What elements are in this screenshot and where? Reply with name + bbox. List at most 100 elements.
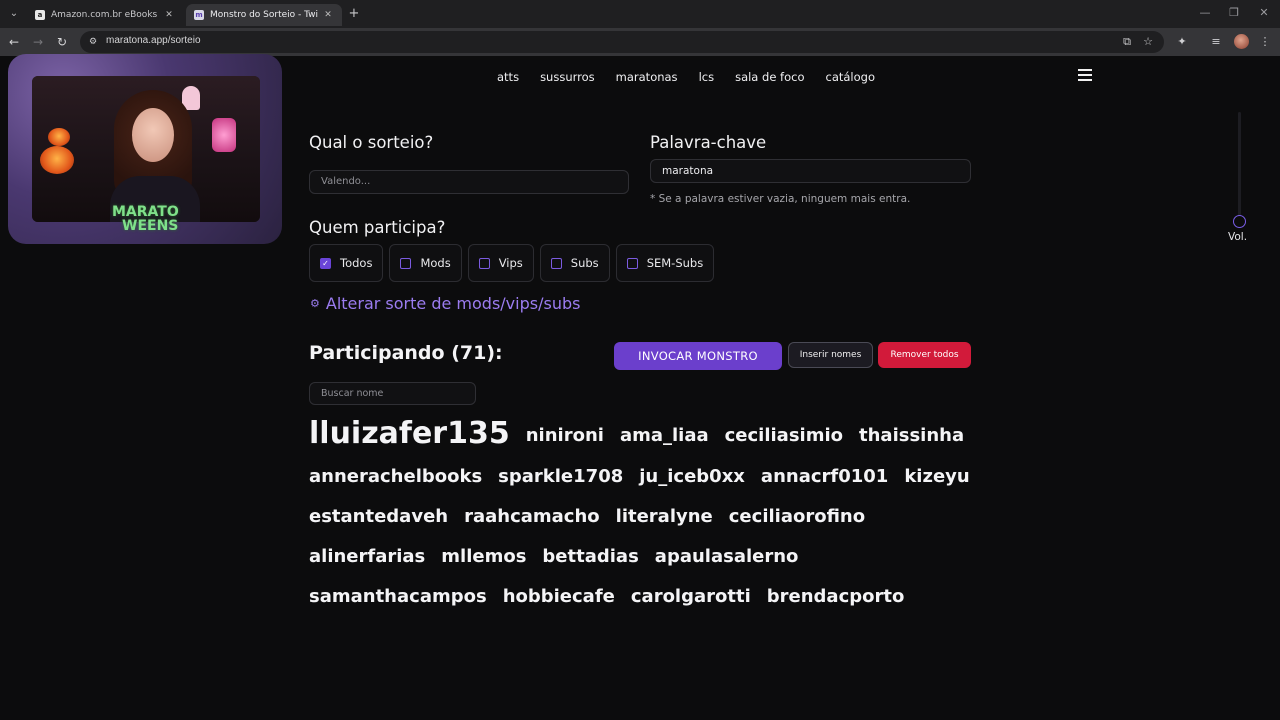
summon-monster-button[interactable]: INVOCAR MONSTRO [614, 342, 782, 370]
filter-vips[interactable]: Vips [467, 244, 534, 282]
nav-sussurros[interactable]: sussurros [540, 70, 595, 84]
volume-label: Vol. [1228, 231, 1248, 243]
participant-name: kizeyu [904, 466, 970, 487]
giveaway-input[interactable]: Valendo... [309, 170, 629, 194]
url-text[interactable]: maratona.app/sorteio [106, 35, 201, 46]
participant-name: ama_liaa [619, 425, 709, 446]
gear-icon: ⚙ [310, 297, 320, 310]
participant-name: carolgarotti [630, 586, 751, 607]
participant-name: annerachelbooks [309, 466, 483, 487]
filter-label: Mods [420, 256, 451, 270]
participant-name: annacrf0101 [760, 466, 889, 487]
lamp-icon [212, 118, 236, 152]
participant-name: literalyne [615, 506, 713, 527]
tab-monstro-sorteio[interactable]: m Monstro do Sorteio - Twitch - M ✕ [186, 4, 342, 26]
participant-name: bettadias [542, 546, 639, 567]
checkbox-icon[interactable] [626, 257, 638, 269]
back-icon[interactable]: ← [5, 33, 23, 51]
pumpkin-icon [40, 146, 74, 174]
participant-name: thaissinha [859, 425, 965, 446]
browser-menu-icon[interactable]: ⋮ [1256, 33, 1274, 51]
restore-icon[interactable]: ❐ [1224, 6, 1244, 19]
nav-maratonas[interactable]: maratonas [616, 70, 678, 84]
checkbox-icon[interactable] [478, 257, 490, 269]
filter-label: Subs [570, 256, 599, 270]
profile-avatar[interactable] [1234, 34, 1249, 49]
participant-name: brendacporto [766, 586, 905, 607]
tab-title: Monstro do Sorteio - Twitch - M [210, 10, 318, 20]
nav-atts[interactable]: atts [497, 70, 519, 84]
filter-label: SEM-Subs [646, 256, 704, 270]
participant-name: hobbiecafe [502, 586, 615, 607]
twitch-favicon-icon: m [194, 10, 204, 20]
volume-slider-track[interactable] [1238, 112, 1241, 216]
tab-search-icon[interactable]: ⌄ [5, 5, 23, 23]
reading-list-icon[interactable]: ≡ [1207, 33, 1225, 51]
change-luck-link[interactable]: ⚙ Alterar sorte de mods/vips/subs [310, 294, 580, 313]
giveaway-label: Qual o sorteio? [309, 133, 434, 152]
install-app-icon[interactable]: ⧉ [1118, 33, 1136, 51]
filter-todos[interactable]: ✓ Todos [309, 244, 384, 282]
extensions-icon[interactable]: ✦ [1173, 33, 1191, 51]
nav-catalogo[interactable]: catálogo [826, 70, 876, 84]
tab-title: Amazon.com.br eBooks Kindle: [51, 10, 159, 20]
remove-all-button[interactable]: Remover todos [878, 342, 971, 368]
checkbox-icon[interactable] [550, 257, 562, 269]
names-row-1: lluizafer135 ninironi ama_liaa ceciliasimio… [309, 414, 980, 456]
participant-filter-group: ✓ Todos Mods Vips Subs SEM-Subs [309, 244, 715, 282]
browser-tabstrip: ⌄ a Amazon.com.br eBooks Kindle: ✕ m Mon… [0, 0, 1280, 28]
nav-lcs[interactable]: lcs [699, 70, 715, 84]
reload-icon[interactable]: ↻ [53, 33, 71, 51]
participant-name: apaulasalerno [654, 546, 799, 567]
webcam-title-line: WEENS [122, 218, 179, 234]
participants-heading: Participando (71): [309, 342, 503, 364]
filter-subs[interactable]: Subs [539, 244, 610, 282]
address-bar[interactable]: ⚙ maratona.app/sorteio [80, 31, 1164, 53]
filter-mods[interactable]: Mods [389, 244, 462, 282]
pumpkin-icon [48, 128, 70, 146]
webcam-event-title: MARATO WEENS [112, 205, 179, 233]
minimize-icon[interactable]: — [1195, 6, 1215, 19]
names-row-3: estantedaveh raahcamacho literalyne cecilia… [309, 506, 881, 527]
tab-close-icon[interactable]: ✕ [322, 10, 334, 20]
participant-name: ju_iceb0xx [639, 466, 745, 487]
participant-name: ceciliaorofino [728, 506, 866, 527]
checkbox-icon[interactable] [400, 257, 412, 269]
participant-name: samanthacampos [309, 586, 487, 607]
participant-name: raahcamacho [464, 506, 600, 527]
webcam-feed [32, 76, 260, 222]
tab-amazon[interactable]: a Amazon.com.br eBooks Kindle: ✕ [27, 4, 183, 26]
participant-name: sparkle1708 [498, 466, 624, 487]
hamburger-menu-icon[interactable] [1078, 69, 1092, 81]
participant-name: ceciliasimio [724, 425, 844, 446]
close-window-icon[interactable]: ✕ [1254, 6, 1274, 19]
search-name-input[interactable]: Buscar nome [309, 382, 476, 405]
checkbox-checked-icon[interactable]: ✓ [320, 257, 331, 269]
insert-names-button[interactable]: Inserir nomes [788, 342, 873, 368]
tab-close-icon[interactable]: ✕ [163, 10, 175, 20]
volume-slider-knob[interactable] [1233, 215, 1246, 228]
participant-name: mllemos [441, 546, 527, 567]
new-tab-icon[interactable]: + [346, 6, 362, 22]
amazon-favicon-icon: a [35, 10, 45, 20]
webcam-overlay: MARATO WEENS [8, 54, 282, 244]
participant-name: alinerfarias [309, 546, 426, 567]
filter-label: Vips [498, 256, 523, 270]
filter-sem-subs[interactable]: SEM-Subs [615, 244, 715, 282]
nav-sala-de-foco[interactable]: sala de foco [735, 70, 804, 84]
names-row-2: annerachelbooks sparkle1708 ju_iceb0xx anna… [309, 466, 986, 487]
participant-name: ninironi [525, 425, 604, 446]
keyword-input[interactable]: maratona [650, 159, 971, 183]
person-face [132, 108, 174, 162]
who-participates-label: Quem participa? [309, 218, 446, 237]
names-row-4: alinerfarias mllemos bettadias apaulasalern… [309, 546, 814, 567]
site-info-icon[interactable]: ⚙ [86, 35, 100, 49]
browser-toolbar: ← → ↻ ⚙ maratona.app/sorteio ⧉ ☆ ✦ ≡ ⋮ [0, 28, 1280, 56]
forward-icon[interactable]: → [29, 33, 47, 51]
participant-name: lluizafer135 [309, 416, 510, 451]
participant-name: estantedaveh [309, 506, 449, 527]
keyword-label: Palavra-chave [650, 133, 767, 152]
top-navigation: atts sussurros maratonas lcs sala de foc… [497, 70, 896, 84]
change-luck-label: Alterar sorte de mods/vips/subs [325, 294, 581, 313]
bookmark-star-icon[interactable]: ☆ [1139, 33, 1157, 51]
